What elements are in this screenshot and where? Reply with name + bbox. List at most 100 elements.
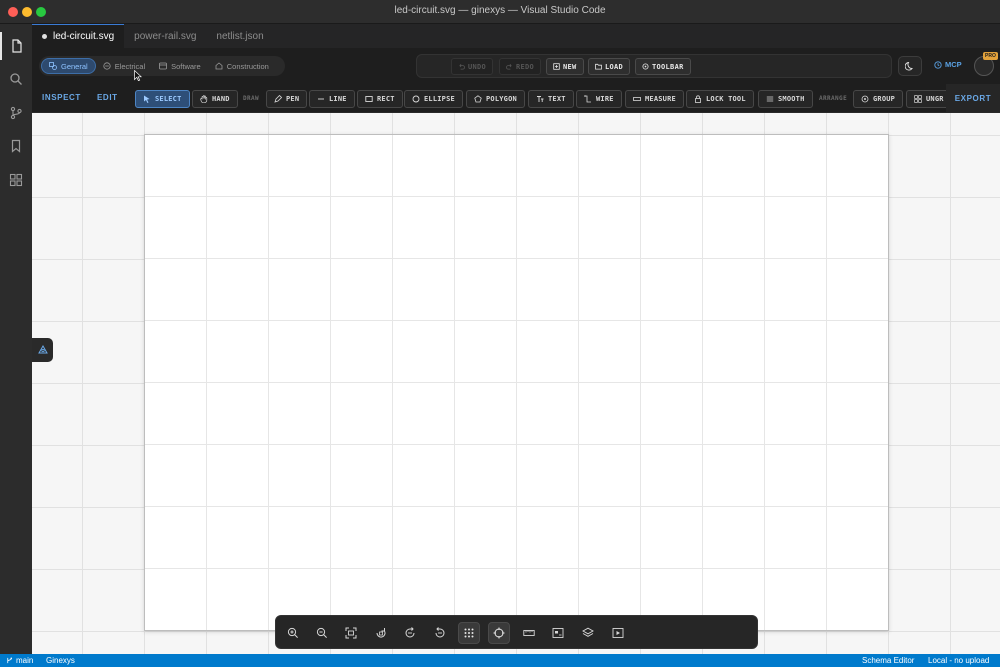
zoom-out-button[interactable] <box>311 622 333 644</box>
export-button[interactable]: EXPORT <box>946 84 1000 112</box>
window-title: led-circuit.svg — ginexys — Visual Studi… <box>394 5 606 16</box>
clock-icon <box>934 60 942 69</box>
group-tool-button[interactable]: GROUP <box>853 90 904 108</box>
preview-toggle-button[interactable] <box>607 622 629 644</box>
tab-led-circuit[interactable]: led-circuit.svg <box>32 24 125 48</box>
tool-label: TEXT <box>548 95 566 103</box>
redo-button[interactable]: REDO <box>499 58 542 75</box>
category-label: General <box>61 61 88 71</box>
mcp-button[interactable]: MCP <box>934 60 962 69</box>
mcp-label: MCP <box>945 60 962 69</box>
new-button[interactable]: NEW <box>546 58 584 75</box>
category-label: Software <box>171 61 201 71</box>
smooth-tool-button[interactable]: SMOOTH <box>758 90 813 108</box>
tab-label: power-rail.svg <box>134 30 197 42</box>
ellipse-tool-button[interactable]: ELLIPSE <box>404 90 463 108</box>
snap-icon <box>493 627 505 639</box>
preview-icon <box>612 628 624 638</box>
zoom-out-icon <box>316 627 327 638</box>
panel-toggle-button[interactable] <box>32 338 53 362</box>
bookmark-icon[interactable] <box>0 132 32 160</box>
layers-toggle-button[interactable] <box>577 622 599 644</box>
settings-icon <box>642 63 649 70</box>
extensions-icon[interactable] <box>0 166 32 194</box>
tool-label: HAND <box>212 95 230 103</box>
storage-status[interactable]: Local - no upload <box>928 656 989 665</box>
snap-toggle-button[interactable] <box>488 622 510 644</box>
lock-icon <box>695 95 701 103</box>
branch-name: main <box>16 656 34 665</box>
tab-power-rail[interactable]: power-rail.svg <box>124 24 206 48</box>
tool-label: RECT <box>377 95 395 103</box>
hand-tool-button[interactable]: HAND <box>192 90 238 108</box>
category-general[interactable]: General <box>41 58 96 74</box>
category-construction[interactable]: Construction <box>208 58 276 74</box>
tool-label: ELLIPSE <box>424 95 455 103</box>
line-tool-button[interactable]: LINE <box>309 90 355 108</box>
tool-label: MEASURE <box>645 95 676 103</box>
category-software[interactable]: Software <box>152 58 208 74</box>
select-tool-button[interactable]: SELECT <box>135 90 190 108</box>
editor-mode[interactable]: Schema Editor <box>862 656 914 665</box>
construction-icon <box>215 62 223 70</box>
tool-label: GROUP <box>873 95 896 103</box>
zoom-in-button[interactable] <box>282 622 304 644</box>
load-button[interactable]: LOAD <box>588 58 631 75</box>
editor-tabs: led-circuit.svg power-rail.svg netlist.j… <box>32 24 1000 48</box>
tab-edit[interactable]: EDIT <box>97 93 118 102</box>
arrange-section-label: ARRANGE <box>819 95 848 102</box>
category-electrical[interactable]: Electrical <box>96 58 152 74</box>
undo-view-button[interactable] <box>429 622 451 644</box>
undo-button[interactable]: UNDO <box>451 58 494 75</box>
tool-label: POLYGON <box>486 95 517 103</box>
tab-inspect[interactable]: INSPECT <box>42 93 81 102</box>
branch-indicator[interactable]: main <box>6 656 33 665</box>
toolbar-button[interactable]: TOOLBAR <box>635 58 691 75</box>
draw-section-label: DRAW <box>243 95 260 102</box>
search-icon[interactable] <box>0 65 32 93</box>
measure-tool-button[interactable]: MEASURE <box>625 90 684 108</box>
source-control-icon[interactable] <box>0 99 32 127</box>
group-icon <box>861 95 869 103</box>
redo-icon <box>506 64 512 70</box>
lock-tool-button[interactable]: LOCK TOOL <box>686 90 754 108</box>
wire-tool-button[interactable]: WIRE <box>576 90 622 108</box>
unsaved-dot-icon <box>42 34 47 39</box>
software-icon <box>159 62 168 70</box>
ruler-toggle-button[interactable] <box>518 622 540 644</box>
drawing-canvas[interactable] <box>32 113 1000 654</box>
reset-view-button[interactable] <box>370 622 392 644</box>
pointer-icon <box>144 95 150 103</box>
category-switcher: General Electrical Software Construction <box>39 56 285 76</box>
project-name[interactable]: Ginexys <box>46 656 75 665</box>
ruler-icon <box>523 630 535 636</box>
grid-toggle-button[interactable] <box>458 622 480 644</box>
electrical-icon <box>103 62 111 70</box>
grid-icon <box>464 628 474 638</box>
new-label: NEW <box>563 62 577 71</box>
rect-tool-button[interactable]: RECT <box>357 90 403 108</box>
toolbar-label: TOOLBAR <box>652 62 684 71</box>
ellipse-icon <box>412 95 420 103</box>
ungroup-tool-button[interactable]: UNGR <box>906 90 952 108</box>
layers-icon <box>582 627 594 637</box>
line-icon <box>318 98 324 100</box>
text-tool-button[interactable]: TEXT <box>528 90 574 108</box>
theme-toggle-button[interactable] <box>898 56 922 76</box>
text-icon <box>537 96 544 102</box>
tool-label: WIRE <box>596 95 614 103</box>
polygon-tool-button[interactable]: POLYGON <box>466 90 525 108</box>
redo-view-button[interactable] <box>399 622 421 644</box>
pen-tool-button[interactable]: PEN <box>266 90 308 108</box>
shapes-icon <box>49 62 57 70</box>
view-toolbar <box>275 615 758 649</box>
tab-netlist[interactable]: netlist.json <box>206 24 273 48</box>
minimap-toggle-button[interactable] <box>547 622 569 644</box>
hand-icon <box>200 95 208 103</box>
git-branch-icon <box>7 657 13 664</box>
artboard[interactable] <box>144 134 889 631</box>
title-bar: led-circuit.svg — ginexys — Visual Studi… <box>0 0 1000 24</box>
redo-label: REDO <box>516 62 535 71</box>
explorer-icon[interactable] <box>0 32 32 60</box>
fit-view-button[interactable] <box>340 622 362 644</box>
